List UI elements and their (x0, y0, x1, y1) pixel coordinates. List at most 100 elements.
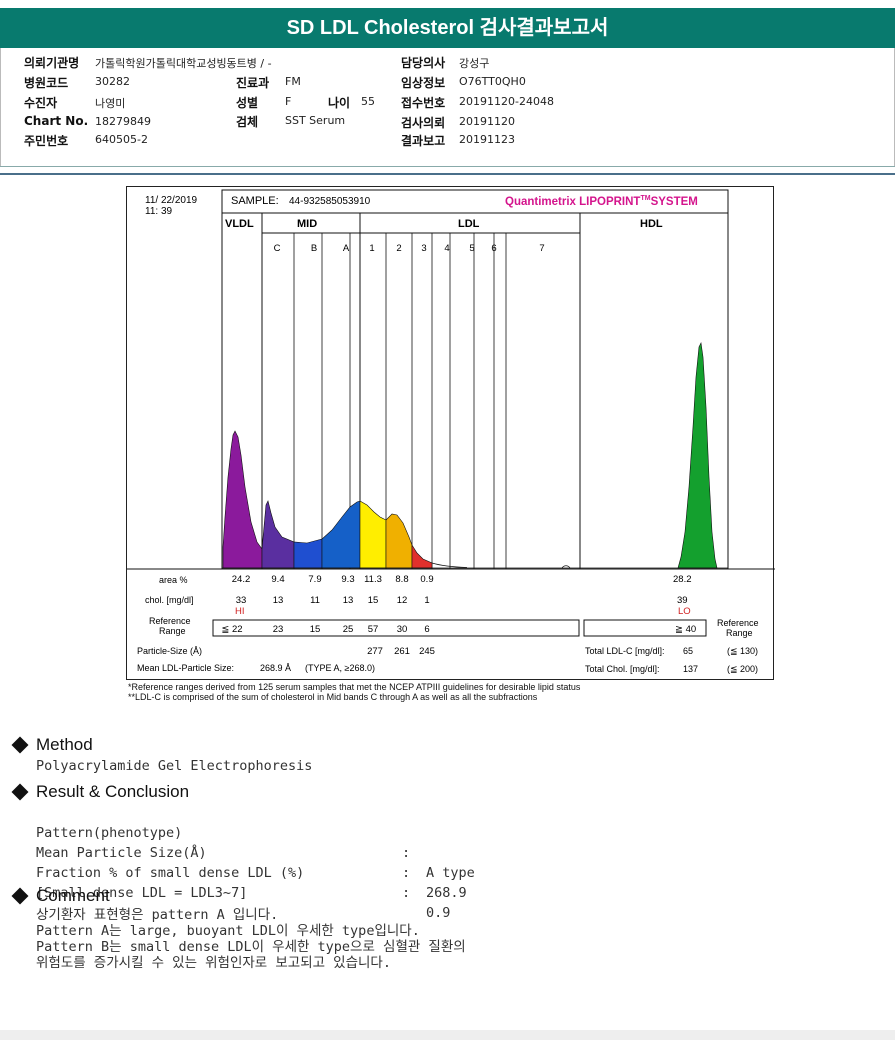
band-dividers: C B A 1 2 3 4 5 6 7 (274, 233, 545, 569)
ref-row-label-1: Reference (149, 616, 191, 626)
particle-size-value: 261 (394, 646, 410, 657)
curves (222, 342, 728, 569)
band-label: 1 (369, 243, 374, 254)
report-date-value: 20191123 (459, 133, 515, 146)
chol-value: 11 (310, 595, 320, 606)
institution-label: 의뢰기관명 (24, 56, 80, 70)
hospital-code-value: 30282 (95, 75, 130, 88)
brand-suffix: SYSTEM (651, 196, 698, 208)
value-table: 24.2 9.4 7.9 9.3 11.3 8.8 0.9 33 13 11 13 15 12 1 ≦ 22… (221, 574, 435, 657)
area-value: 7.9 (308, 574, 321, 585)
lo-flag: LO (678, 606, 691, 617)
band-label: 5 (469, 243, 474, 254)
area-value: 8.8 (395, 574, 408, 585)
group-ldl: LDL (458, 218, 480, 230)
total-chol-ref: (≦ 200) (727, 664, 758, 674)
area-value: 11.3 (364, 574, 382, 585)
result-heading: Result & Conclusion (10, 781, 870, 803)
result-row: Mean Particle Size(Å) : 268.9 (10, 823, 870, 901)
group-hdl: HDL (640, 218, 663, 230)
comment-line: Pattern A는 large, buoyant LDL이 우세한 type입… (36, 923, 420, 939)
total-ldl-ref: (≦ 130) (727, 646, 758, 656)
comment-heading-text: Comment (36, 886, 110, 905)
ref-row-label-2: Range (159, 626, 186, 636)
comment-heading: Comment (10, 885, 870, 907)
diamond-bullet-icon (11, 887, 29, 905)
ref-value: 15 (310, 624, 321, 635)
curve-segment (321, 500, 361, 569)
resident-no-value: 640505-2 (95, 133, 148, 146)
ref-right-2: Range (726, 628, 753, 638)
report-date: 11/ 22/2019 (145, 195, 198, 206)
report-title: SD LDL Cholesterol 검사결과보고서 (0, 8, 895, 48)
particle-size-label: Particle-Size (Å) (137, 646, 202, 656)
footnote-1: *Reference ranges derived from 125 serum… (128, 682, 581, 692)
age-label: 나이 (328, 96, 351, 110)
curve-tail (431, 562, 468, 568)
hdl-area: 28.2 (673, 574, 692, 585)
band-label: A (343, 243, 350, 254)
brand-tm: TM (640, 195, 650, 202)
curve-segment (222, 430, 263, 569)
mean-particle-type: (TYPE A, ≥268.0) (305, 663, 375, 673)
request-date-label: 검사의뢰 (401, 116, 446, 130)
method-heading: Method (10, 734, 870, 756)
patient-info: 의뢰기관명 가톨릭학원가톨릭대학교성빙동트병 / - 병원코드 30282 수진… (24, 54, 884, 154)
patient-name-label: 수진자 (24, 96, 58, 110)
result-note-row: [Small dense LDL = LDL3~7] (10, 863, 870, 901)
method-text: Polyacrylamide Gel Electrophoresis (36, 758, 313, 774)
brand-name: Quantimetrix LIPOPRINTTMSYSTEM (505, 195, 698, 208)
age-value: 55 (361, 95, 375, 108)
total-ldl-label: Total LDL-C [mg/dl]: (585, 646, 665, 656)
chol-value: 15 (368, 595, 379, 606)
footnotes: *Reference ranges derived from 125 serum… (128, 682, 768, 702)
diamond-bullet-icon (11, 736, 29, 754)
group-vldl: VLDL (225, 218, 254, 230)
sample-label: SAMPLE: (231, 195, 279, 207)
ref-value: ≦ 22 (221, 624, 242, 635)
total-ldl-value: 65 (683, 646, 693, 656)
sample-id: 44-932585053910 (289, 196, 371, 207)
band-label: 7 (539, 243, 544, 254)
curve-segment (677, 342, 718, 569)
area-value: 9.3 (341, 574, 354, 585)
curve-segment (359, 500, 387, 569)
total-chol-label: Total Chol. [mg/dl]: (585, 664, 660, 674)
doctor-value: 강성구 (459, 57, 490, 70)
chol-value: 13 (273, 595, 284, 606)
diamond-bullet-icon (11, 783, 29, 801)
specimen-value: SST Serum (285, 114, 346, 127)
ref-value: 30 (397, 624, 408, 635)
sex-label: 성별 (236, 96, 259, 110)
curve-segment (411, 543, 433, 569)
receipt-no-value: 20191120-24048 (459, 95, 554, 108)
bottom-band (0, 1030, 895, 1040)
clinical-info-label: 임상정보 (401, 76, 446, 90)
result-section: Result & Conclusion Pattern(phenotype) :… (10, 781, 870, 921)
header-divider-thick (0, 173, 895, 175)
header-divider-thin (0, 166, 895, 167)
particle-size-value: 277 (367, 646, 383, 657)
curve-segment (385, 513, 413, 569)
specimen-label: 검체 (236, 115, 259, 129)
band-label: 4 (444, 243, 449, 254)
area-value: 9.4 (271, 574, 284, 585)
band-label: 3 (421, 243, 426, 254)
chol-value: 33 (236, 595, 247, 606)
result-heading-text: Result & Conclusion (36, 782, 190, 801)
footnote-2: **LDL-C is comprised of the sum of chole… (128, 692, 538, 702)
mean-particle-label: Mean LDL-Particle Size: (137, 663, 234, 673)
chol-value: 1 (424, 595, 429, 606)
ref-value: 6 (424, 624, 429, 635)
total-chol-value: 137 (683, 664, 698, 674)
band-label: C (274, 243, 281, 254)
curve-segment (293, 538, 323, 569)
doctor-label: 담당의사 (401, 56, 446, 70)
hdl-ref: ≧ 40 (675, 624, 696, 635)
method-section: Method Polyacrylamide Gel Electrophoresi… (10, 734, 870, 776)
comment-line: 상기환자 표현형은 pattern A 입니다. (36, 907, 279, 923)
area-value: 24.2 (232, 574, 251, 585)
report-date-label: 결과보고 (401, 134, 446, 148)
department-value: FM (285, 75, 301, 88)
band-label: B (311, 243, 317, 254)
